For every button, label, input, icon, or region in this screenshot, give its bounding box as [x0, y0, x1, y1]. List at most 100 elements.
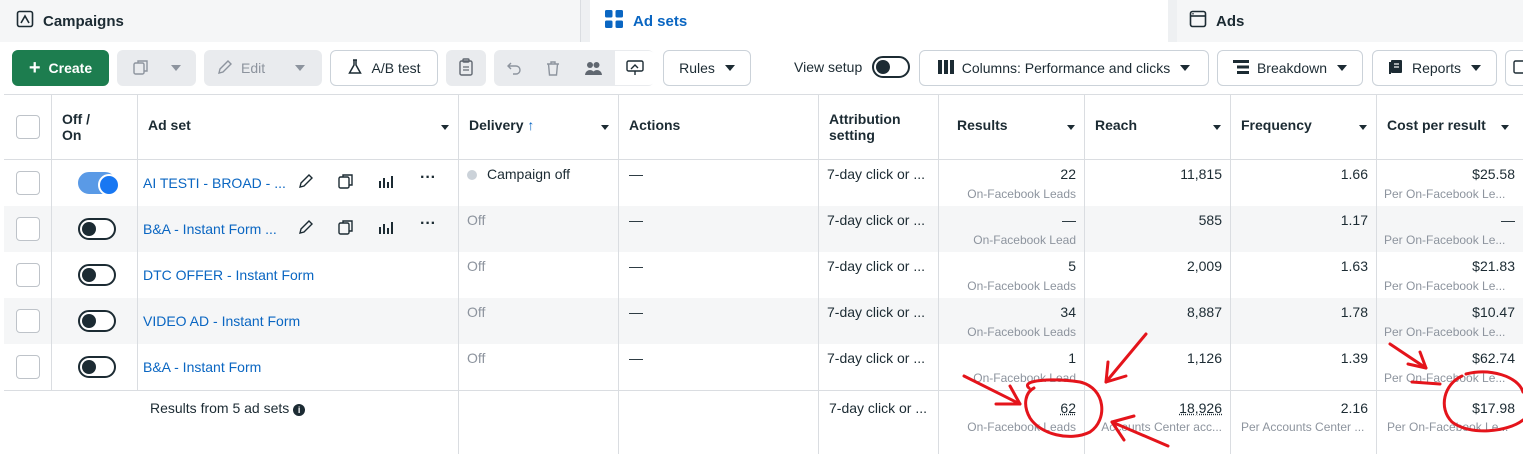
- breakdown-button[interactable]: Breakdown: [1217, 50, 1363, 86]
- reach-value: 2,009: [1187, 258, 1222, 274]
- header-ad-set[interactable]: Ad set: [138, 95, 459, 160]
- duplicate-icon[interactable]: [338, 219, 354, 238]
- view-setup-toggle[interactable]: [872, 56, 910, 78]
- create-button[interactable]: + Create: [12, 50, 109, 86]
- row-attribution-cell: 7-day click or ...: [819, 252, 939, 298]
- cost-value: $21.83: [1472, 258, 1515, 274]
- undo-icon[interactable]: [506, 60, 522, 79]
- duplicate-icon[interactable]: [338, 173, 354, 192]
- row-on-off-toggle[interactable]: [78, 310, 116, 332]
- header-frequency[interactable]: Frequency: [1231, 95, 1377, 160]
- footer-cost-value: $17.98: [1472, 400, 1515, 416]
- pencil-icon[interactable]: [298, 219, 314, 238]
- header-attribution[interactable]: Attribution setting: [819, 95, 939, 160]
- pencil-icon[interactable]: [298, 173, 314, 192]
- rules-button[interactable]: Rules: [663, 50, 751, 86]
- chevron-down-icon: [1337, 65, 1347, 71]
- row-delivery-cell: Campaign off: [459, 160, 619, 206]
- footer-label: Results from 5 ad sets i: [150, 400, 305, 416]
- table-row[interactable]: B&A - Instant Form ... ··· Off — 7-day cli…: [4, 206, 1523, 252]
- ad-set-name-link[interactable]: VIDEO AD - Instant Form: [143, 313, 300, 329]
- row-reach-cell: 1,126: [1085, 344, 1231, 390]
- row-on-off-toggle[interactable]: [78, 172, 116, 194]
- row-checkbox[interactable]: [16, 171, 40, 195]
- ad-set-name-link[interactable]: AI TESTI - BROAD - ...: [143, 175, 286, 191]
- row-results-cell: — On-Facebook Lead: [939, 206, 1085, 252]
- tab-ads[interactable]: Ads: [1177, 0, 1523, 42]
- header-actions[interactable]: Actions: [619, 95, 819, 160]
- ad-set-name-link[interactable]: DTC OFFER - Instant Form: [143, 267, 314, 283]
- row-on-off-toggle[interactable]: [78, 264, 116, 286]
- more-toolbar-button[interactable]: [1505, 50, 1523, 86]
- cost-value: $62.74: [1472, 350, 1515, 366]
- table-row[interactable]: B&A - Instant Form Off — 7-day click or ...…: [4, 344, 1523, 390]
- info-icon[interactable]: i: [293, 404, 305, 416]
- sort-menu-icon[interactable]: [601, 125, 609, 130]
- row-cost-cell: $25.58 Per On-Facebook Le...: [1377, 160, 1523, 206]
- header-results[interactable]: Results: [939, 95, 1085, 160]
- actions-value: —: [629, 304, 643, 320]
- footer-delivery: [459, 391, 619, 454]
- more-options-icon[interactable]: ···: [420, 169, 436, 187]
- cost-value: $10.47: [1472, 304, 1515, 320]
- row-results-cell: 22 On-Facebook Leads: [939, 160, 1085, 206]
- table-row[interactable]: DTC OFFER - Instant Form Off — 7-day click …: [4, 252, 1523, 298]
- ab-test-button[interactable]: A/B test: [330, 50, 438, 86]
- bar-chart-icon[interactable]: [378, 173, 394, 192]
- footer-cost: $17.98 Per On-Facebook Le...: [1377, 391, 1523, 454]
- table-row[interactable]: AI TESTI - BROAD - ... ··· Campaign off —…: [4, 160, 1523, 206]
- footer-attribution-value: 7-day click or ...: [829, 400, 927, 416]
- delivery-status: Off: [467, 258, 485, 274]
- attribution-value: 7-day click or ...: [827, 166, 925, 182]
- table-row[interactable]: VIDEO AD - Instant Form Off — 7-day click o…: [4, 298, 1523, 344]
- row-cost-cell: — Per On-Facebook Le...: [1377, 206, 1523, 252]
- columns-icon: [938, 60, 954, 77]
- row-checkbox[interactable]: [16, 355, 40, 379]
- bar-chart-icon[interactable]: [378, 219, 394, 238]
- header-cost-per-result[interactable]: Cost per result: [1377, 95, 1523, 160]
- header-off-on[interactable]: Off / On: [52, 95, 138, 160]
- select-all-checkbox[interactable]: [16, 115, 40, 139]
- header-label: Reach: [1095, 117, 1137, 133]
- row-results-cell: 1 On-Facebook Lead: [939, 344, 1085, 390]
- ad-sets-table: Off / On Ad set Delivery ↑ Actions Attri…: [4, 94, 1523, 454]
- ad-set-name-link[interactable]: B&A - Instant Form: [143, 359, 261, 375]
- duplicate-button[interactable]: [117, 50, 196, 86]
- row-reach-cell: 11,815: [1085, 160, 1231, 206]
- export-icon[interactable]: [615, 51, 655, 85]
- cost-sub: Per On-Facebook Le...: [1384, 325, 1505, 339]
- tab-campaigns[interactable]: Campaigns: [0, 0, 581, 42]
- columns-button[interactable]: Columns: Performance and clicks: [919, 50, 1209, 86]
- footer-results-value: 62: [1060, 400, 1076, 416]
- row-checkbox[interactable]: [16, 263, 40, 287]
- row-on-off-toggle[interactable]: [78, 218, 116, 240]
- row-cost-cell: $21.83 Per On-Facebook Le...: [1377, 252, 1523, 298]
- sort-menu-icon[interactable]: [441, 125, 449, 130]
- columns-label: Columns: Performance and clicks: [962, 60, 1171, 76]
- results-value: —: [1062, 212, 1076, 228]
- trash-icon[interactable]: [545, 60, 561, 79]
- row-frequency-cell: 1.66: [1231, 160, 1377, 206]
- edit-button[interactable]: Edit: [204, 50, 322, 86]
- more-options-icon[interactable]: ···: [420, 215, 436, 233]
- row-actions-cell: —: [619, 252, 819, 298]
- sort-menu-icon[interactable]: [1067, 125, 1075, 130]
- sort-menu-icon[interactable]: [1213, 125, 1221, 130]
- row-on-off-toggle[interactable]: [78, 356, 116, 378]
- clipboard-button[interactable]: [446, 50, 486, 86]
- header-reach[interactable]: Reach: [1085, 95, 1231, 160]
- cost-value: —: [1501, 212, 1515, 228]
- footer-spacer: [4, 391, 138, 454]
- reach-value: 8,887: [1187, 304, 1222, 320]
- reports-button[interactable]: Reports: [1372, 50, 1497, 86]
- sort-menu-icon[interactable]: [1501, 125, 1509, 130]
- row-checkbox[interactable]: [16, 309, 40, 333]
- people-icon[interactable]: [584, 60, 602, 79]
- row-attribution-cell: 7-day click or ...: [819, 298, 939, 344]
- row-name-cell: B&A - Instant Form ... ···: [138, 206, 459, 252]
- ad-set-name-link[interactable]: B&A - Instant Form ...: [143, 221, 277, 237]
- row-checkbox[interactable]: [16, 217, 40, 241]
- tab-ad-sets[interactable]: Ad sets: [590, 0, 1168, 42]
- header-delivery[interactable]: Delivery ↑: [459, 95, 619, 160]
- sort-menu-icon[interactable]: [1359, 125, 1367, 130]
